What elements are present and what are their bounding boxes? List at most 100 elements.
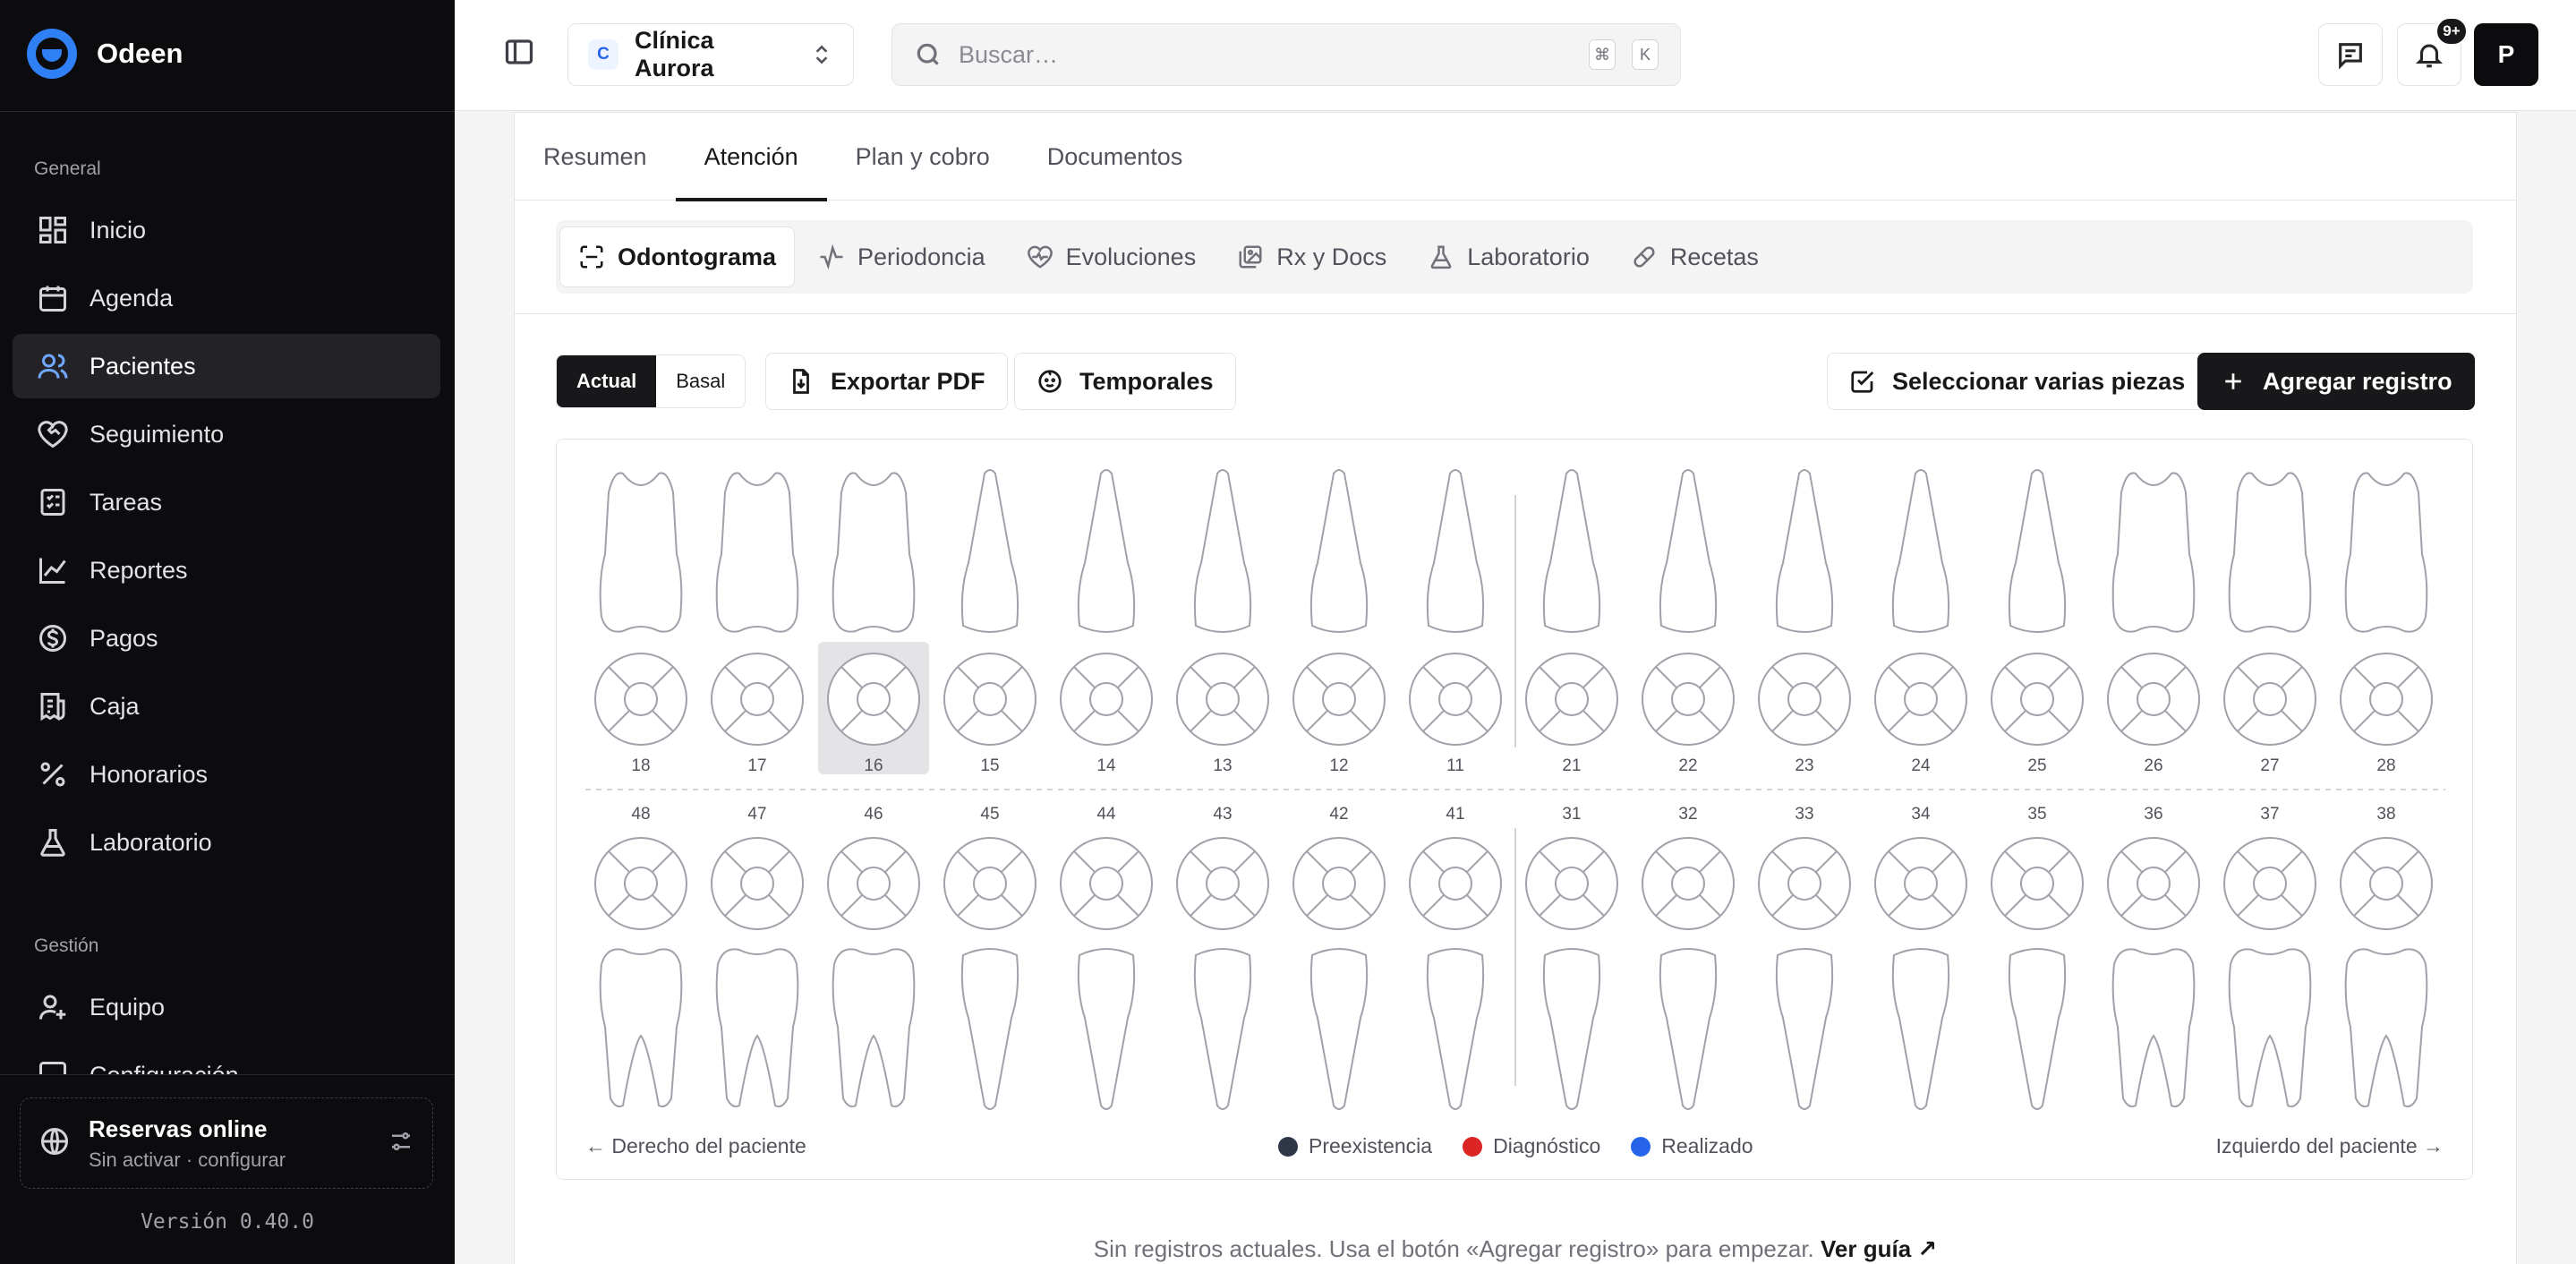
tooth-crown-root[interactable] — [1659, 948, 1718, 1110]
tooth-surface-center[interactable] — [2253, 682, 2287, 716]
tooth-42[interactable]: 42 — [1292, 805, 1386, 1110]
tooth-surface-center[interactable] — [2137, 867, 2171, 901]
tooth-17[interactable]: 17 — [711, 472, 804, 775]
sidebar-item-caja[interactable]: Caja — [13, 674, 440, 739]
sidebar-item-equipo[interactable]: Equipo — [13, 975, 440, 1039]
tooth-surface-center[interactable] — [1671, 867, 1705, 901]
tooth-surface-center[interactable] — [624, 682, 658, 716]
tooth-28[interactable]: 28 — [2340, 472, 2433, 775]
online-booking-card[interactable]: Reservas online Sin activar · configurar — [20, 1097, 433, 1189]
tooth-surface-center[interactable] — [740, 682, 774, 716]
tooth-45[interactable]: 45 — [943, 805, 1036, 1110]
tooth-24[interactable]: 24 — [1874, 469, 1967, 775]
tooth-crown-root[interactable] — [1309, 469, 1369, 633]
tooth-surface-center[interactable] — [1787, 867, 1821, 901]
tooth-crown-root[interactable] — [960, 469, 1019, 633]
tooth-crown-root[interactable] — [832, 948, 916, 1107]
tooth-surface-center[interactable] — [1438, 867, 1472, 901]
tooth-crown-root[interactable] — [2008, 469, 2067, 633]
view-basal-button[interactable]: Basal — [656, 355, 745, 407]
tooth-crown-root[interactable] — [715, 948, 799, 1107]
tooth-crown-root[interactable] — [2111, 948, 2196, 1107]
tooth-47[interactable]: 47 — [711, 805, 804, 1107]
tooth-crown-root[interactable] — [2008, 948, 2067, 1110]
add-record-button[interactable]: Agregar registro — [2197, 353, 2475, 410]
view-actual-button[interactable]: Actual — [557, 355, 657, 407]
temporales-button[interactable]: Temporales — [1014, 353, 1236, 410]
tooth-32[interactable]: 32 — [1642, 805, 1735, 1110]
tooth-43[interactable]: 43 — [1176, 805, 1269, 1110]
tooth-37[interactable]: 37 — [2223, 805, 2316, 1107]
subtab-laboratorio[interactable]: Laboratorio — [1410, 226, 1608, 287]
clinic-selector[interactable]: C Clínica Aurora — [567, 23, 854, 86]
tooth-crown-root[interactable] — [1775, 469, 1834, 633]
tooth-surface-center[interactable] — [2253, 867, 2287, 901]
sidebar-item-agenda[interactable]: Agenda — [13, 266, 440, 330]
sidebar-item-inicio[interactable]: Inicio — [13, 198, 440, 262]
tooth-crown-root[interactable] — [1309, 948, 1369, 1110]
tooth-surface-center[interactable] — [1671, 682, 1705, 716]
sidebar-item-reportes[interactable]: Reportes — [13, 538, 440, 602]
tooth-surface-center[interactable] — [2369, 867, 2403, 901]
tooth-11[interactable]: 11 — [1409, 469, 1502, 775]
tooth-27[interactable]: 27 — [2223, 472, 2316, 775]
sidebar-item-laboratorio[interactable]: Laboratorio — [13, 810, 440, 875]
export-pdf-button[interactable]: Exportar PDF — [765, 353, 1008, 410]
tooth-crown-root[interactable] — [2344, 948, 2428, 1107]
tooth-surface-center[interactable] — [857, 867, 891, 901]
tab-resumen[interactable]: Resumen — [543, 113, 676, 201]
tooth-36[interactable]: 36 — [2107, 805, 2200, 1107]
tooth-crown-root[interactable] — [1077, 469, 1136, 633]
search-input[interactable] — [959, 40, 1573, 69]
tooth-surface-center[interactable] — [1322, 867, 1356, 901]
tooth-31[interactable]: 31 — [1525, 805, 1618, 1110]
tooth-crown-root[interactable] — [1193, 469, 1252, 633]
tooth-surface-center[interactable] — [1322, 682, 1356, 716]
tooth-crown-root[interactable] — [715, 472, 799, 633]
tab-plan-y-cobro[interactable]: Plan y cobro — [827, 113, 1019, 201]
sidebar-item-pacientes[interactable]: Pacientes — [13, 334, 440, 398]
tooth-surface-center[interactable] — [1089, 867, 1123, 901]
sidebar-item-tareas[interactable]: Tareas — [13, 470, 440, 534]
toggle-sidebar-button[interactable] — [503, 36, 539, 72]
tooth-crown-root[interactable] — [1659, 469, 1718, 633]
sidebar-item-seguimiento[interactable]: Seguimiento — [13, 402, 440, 466]
tooth-22[interactable]: 22 — [1642, 469, 1735, 775]
tooth-crown-root[interactable] — [1426, 948, 1485, 1110]
tooth-crown-root[interactable] — [1193, 948, 1252, 1110]
subtab-odontograma[interactable]: Odontograma — [559, 226, 796, 287]
subtab-evoluciones[interactable]: Evoluciones — [1009, 226, 1215, 287]
tooth-15[interactable]: 15 — [943, 469, 1036, 775]
tooth-surface-center[interactable] — [1904, 867, 1938, 901]
tooth-44[interactable]: 44 — [1060, 805, 1153, 1110]
sliders-icon[interactable] — [388, 1128, 414, 1159]
subtab-recetas[interactable]: Recetas — [1613, 226, 1777, 287]
tooth-crown-root[interactable] — [832, 472, 916, 633]
tooth-crown-root[interactable] — [960, 948, 1019, 1110]
tooth-surface-center[interactable] — [2020, 867, 2054, 901]
sidebar-item-honorarios[interactable]: Honorarios — [13, 742, 440, 807]
tooth-14[interactable]: 14 — [1060, 469, 1153, 775]
tooth-crown-root[interactable] — [2228, 472, 2312, 633]
tooth-25[interactable]: 25 — [1991, 469, 2084, 775]
tooth-surface-center[interactable] — [1904, 682, 1938, 716]
tooth-26[interactable]: 26 — [2107, 472, 2200, 775]
tooth-33[interactable]: 33 — [1758, 805, 1851, 1110]
guide-link[interactable]: Ver guía — [1821, 1235, 1911, 1262]
tooth-crown-root[interactable] — [2344, 472, 2428, 633]
tooth-crown-root[interactable] — [599, 472, 683, 633]
tooth-surface-center[interactable] — [1787, 682, 1821, 716]
tooth-surface-center[interactable] — [2369, 682, 2403, 716]
tooth-21[interactable]: 21 — [1525, 469, 1618, 775]
tooth-crown-root[interactable] — [1542, 948, 1601, 1110]
tooth-surface-center[interactable] — [1206, 867, 1240, 901]
tooth-crown-root[interactable] — [599, 948, 683, 1107]
subtab-periodoncia[interactable]: Periodoncia — [800, 226, 1003, 287]
tooth-34[interactable]: 34 — [1874, 805, 1967, 1110]
tooth-crown-root[interactable] — [1426, 469, 1485, 633]
tooth-surface-center[interactable] — [2137, 682, 2171, 716]
tooth-crown-root[interactable] — [1891, 948, 1950, 1110]
sidebar-item-configuracion[interactable]: Configuración — [13, 1043, 440, 1074]
tooth-41[interactable]: 41 — [1409, 805, 1502, 1110]
tooth-13[interactable]: 13 — [1176, 469, 1269, 775]
